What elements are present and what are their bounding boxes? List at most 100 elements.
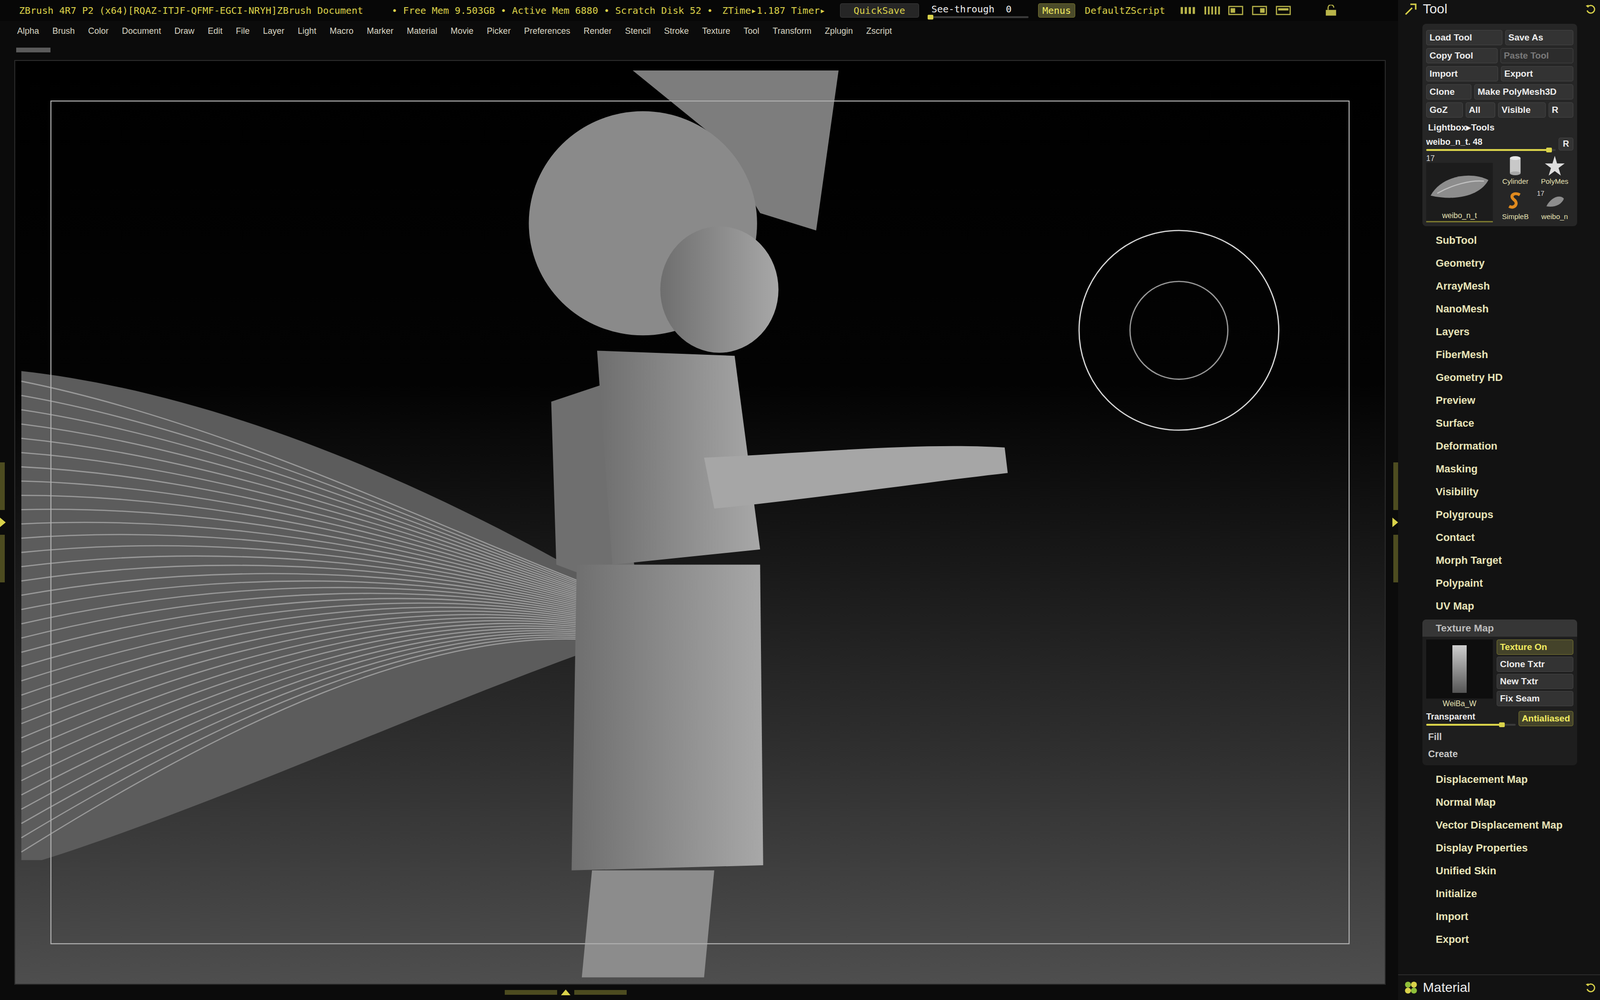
palette-section[interactable]: Masking xyxy=(1398,457,1600,481)
tool-button[interactable]: Copy Tool xyxy=(1426,48,1498,64)
lock-icon[interactable] xyxy=(1322,4,1340,17)
texture-button[interactable]: Texture On xyxy=(1496,639,1574,655)
palette-section[interactable]: Visibility xyxy=(1398,480,1600,504)
lightbox-tools[interactable]: Lightbox▸Tools xyxy=(1426,119,1574,136)
tool-button[interactable]: Save As xyxy=(1505,30,1574,46)
palette-section[interactable]: Displacement Map xyxy=(1398,768,1600,791)
reset-button[interactable]: R xyxy=(1558,137,1574,151)
tool-thumb[interactable]: SimpleB xyxy=(1496,189,1535,223)
shelf-tab[interactable] xyxy=(16,47,51,53)
menu-item[interactable]: Zplugin xyxy=(824,26,853,37)
bars-icon[interactable] xyxy=(1203,4,1221,17)
menu-item[interactable]: File xyxy=(235,26,250,37)
tray-arrow-icon[interactable] xyxy=(1392,517,1399,528)
palette-section[interactable]: Polygroups xyxy=(1398,503,1600,527)
palette-section[interactable]: Polypaint xyxy=(1398,571,1600,595)
texture-thumb[interactable]: WeiBa_W xyxy=(1426,639,1493,710)
palette-section[interactable]: Layers xyxy=(1398,320,1600,344)
menu-item[interactable]: Stroke xyxy=(664,26,690,37)
menu-item[interactable]: Layer xyxy=(262,26,285,37)
menu-item[interactable]: Document xyxy=(121,26,161,37)
see-through-track[interactable] xyxy=(928,16,1029,19)
palette-section[interactable]: Initialize xyxy=(1398,882,1600,906)
menu-item[interactable]: Marker xyxy=(366,26,394,37)
menu-item[interactable]: Transform xyxy=(772,26,812,37)
tool-button[interactable]: Import xyxy=(1426,66,1499,82)
menu-item[interactable]: Texture xyxy=(702,26,731,37)
menu-item[interactable]: Edit xyxy=(207,26,223,37)
tool-button[interactable]: Export xyxy=(1500,66,1574,82)
tray-handle[interactable] xyxy=(0,534,5,583)
palette-section[interactable]: UV Map xyxy=(1398,594,1600,618)
tray-arrow-icon[interactable] xyxy=(0,517,6,528)
palette-section[interactable]: ArrayMesh xyxy=(1398,274,1600,298)
menu-item[interactable]: Alpha xyxy=(17,26,40,37)
bars-icon[interactable] xyxy=(1179,4,1197,17)
palette-section[interactable]: SubTool xyxy=(1398,229,1600,252)
tool-thumb[interactable]: PolyMes xyxy=(1536,154,1574,188)
tray-handle[interactable] xyxy=(504,990,558,995)
canvas[interactable] xyxy=(14,60,1386,985)
tool-button[interactable]: Paste Tool xyxy=(1500,48,1574,64)
menu-item[interactable]: Render xyxy=(583,26,612,37)
layout-icon[interactable] xyxy=(1250,4,1269,17)
see-through-knob[interactable] xyxy=(927,14,934,20)
tool-slider-knob[interactable] xyxy=(1546,147,1552,153)
texture-map-header[interactable]: Texture Map xyxy=(1422,619,1578,637)
palette-section[interactable]: Export xyxy=(1398,928,1600,951)
default-zscript[interactable]: DefaultZScript xyxy=(1084,4,1166,17)
palette-section[interactable]: Normal Map xyxy=(1398,790,1600,814)
material-header[interactable]: Material xyxy=(1398,974,1600,1000)
transparent-track[interactable] xyxy=(1426,723,1516,726)
tool-slider-track[interactable] xyxy=(1426,149,1556,151)
palette-section[interactable]: Import xyxy=(1398,905,1600,929)
texture-button[interactable]: Fix Seam xyxy=(1496,690,1574,707)
layout-icon[interactable] xyxy=(1227,4,1245,17)
tool-button[interactable]: R xyxy=(1548,102,1574,118)
rotate-icon[interactable] xyxy=(1584,3,1597,15)
tool-button[interactable]: All xyxy=(1465,102,1496,118)
menu-item[interactable]: Brush xyxy=(52,26,75,37)
tool-header[interactable]: Tool xyxy=(1398,0,1600,19)
tool-button[interactable]: Make PolyMesh3D xyxy=(1474,84,1574,100)
see-through-slider[interactable]: See-through 0 xyxy=(928,3,1029,19)
menu-item[interactable]: Preferences xyxy=(523,26,570,37)
menu-item[interactable]: Movie xyxy=(450,26,474,37)
menu-item[interactable]: Color xyxy=(88,26,109,37)
current-tool[interactable]: 17 weibo_n_t xyxy=(1426,154,1493,223)
tool-button[interactable]: Clone xyxy=(1426,84,1472,100)
texture-action[interactable]: Fill xyxy=(1426,728,1574,746)
texture-button[interactable]: Clone Txtr xyxy=(1496,656,1574,672)
quicksave-button[interactable]: QuickSave xyxy=(840,3,920,18)
menu-item[interactable]: Light xyxy=(297,26,317,37)
tool-thumb[interactable]: 17 weibo_n xyxy=(1536,189,1574,223)
tool-button[interactable]: Load Tool xyxy=(1426,30,1503,46)
palette-section[interactable]: Surface xyxy=(1398,411,1600,435)
palette-section[interactable]: FiberMesh xyxy=(1398,343,1600,367)
tray-handle[interactable] xyxy=(1393,534,1399,583)
menu-item[interactable]: Stencil xyxy=(624,26,651,37)
menu-item[interactable]: Picker xyxy=(486,26,511,37)
palette-section[interactable]: Morph Target xyxy=(1398,549,1600,572)
menu-item[interactable]: Draw xyxy=(174,26,195,37)
tray-handle[interactable] xyxy=(0,462,5,510)
menu-item[interactable]: Zscript xyxy=(866,26,892,37)
layout-icon[interactable] xyxy=(1274,4,1292,17)
palette-section[interactable]: Deformation xyxy=(1398,434,1600,458)
palette-section[interactable]: Geometry HD xyxy=(1398,366,1600,390)
transparent-slider[interactable]: Transparent xyxy=(1426,711,1516,726)
tray-handle[interactable] xyxy=(1393,462,1399,510)
tool-thumb[interactable]: Cylinder xyxy=(1496,154,1535,188)
tray-arrow-icon[interactable] xyxy=(560,989,571,996)
tool-button[interactable]: Visible xyxy=(1498,102,1546,118)
palette-section[interactable]: Display Properties xyxy=(1398,836,1600,860)
palette-section[interactable]: Geometry xyxy=(1398,251,1600,275)
palette-section[interactable]: Vector Displacement Map xyxy=(1398,813,1600,837)
tray-handle[interactable] xyxy=(574,990,627,995)
texture-action[interactable]: Create xyxy=(1426,745,1574,763)
palette-section[interactable]: Contact xyxy=(1398,526,1600,550)
texture-button[interactable]: New Txtr xyxy=(1496,673,1574,690)
palette-section[interactable]: Preview xyxy=(1398,389,1600,412)
rotate-icon[interactable] xyxy=(1584,981,1597,994)
menu-item[interactable]: Material xyxy=(406,26,438,37)
